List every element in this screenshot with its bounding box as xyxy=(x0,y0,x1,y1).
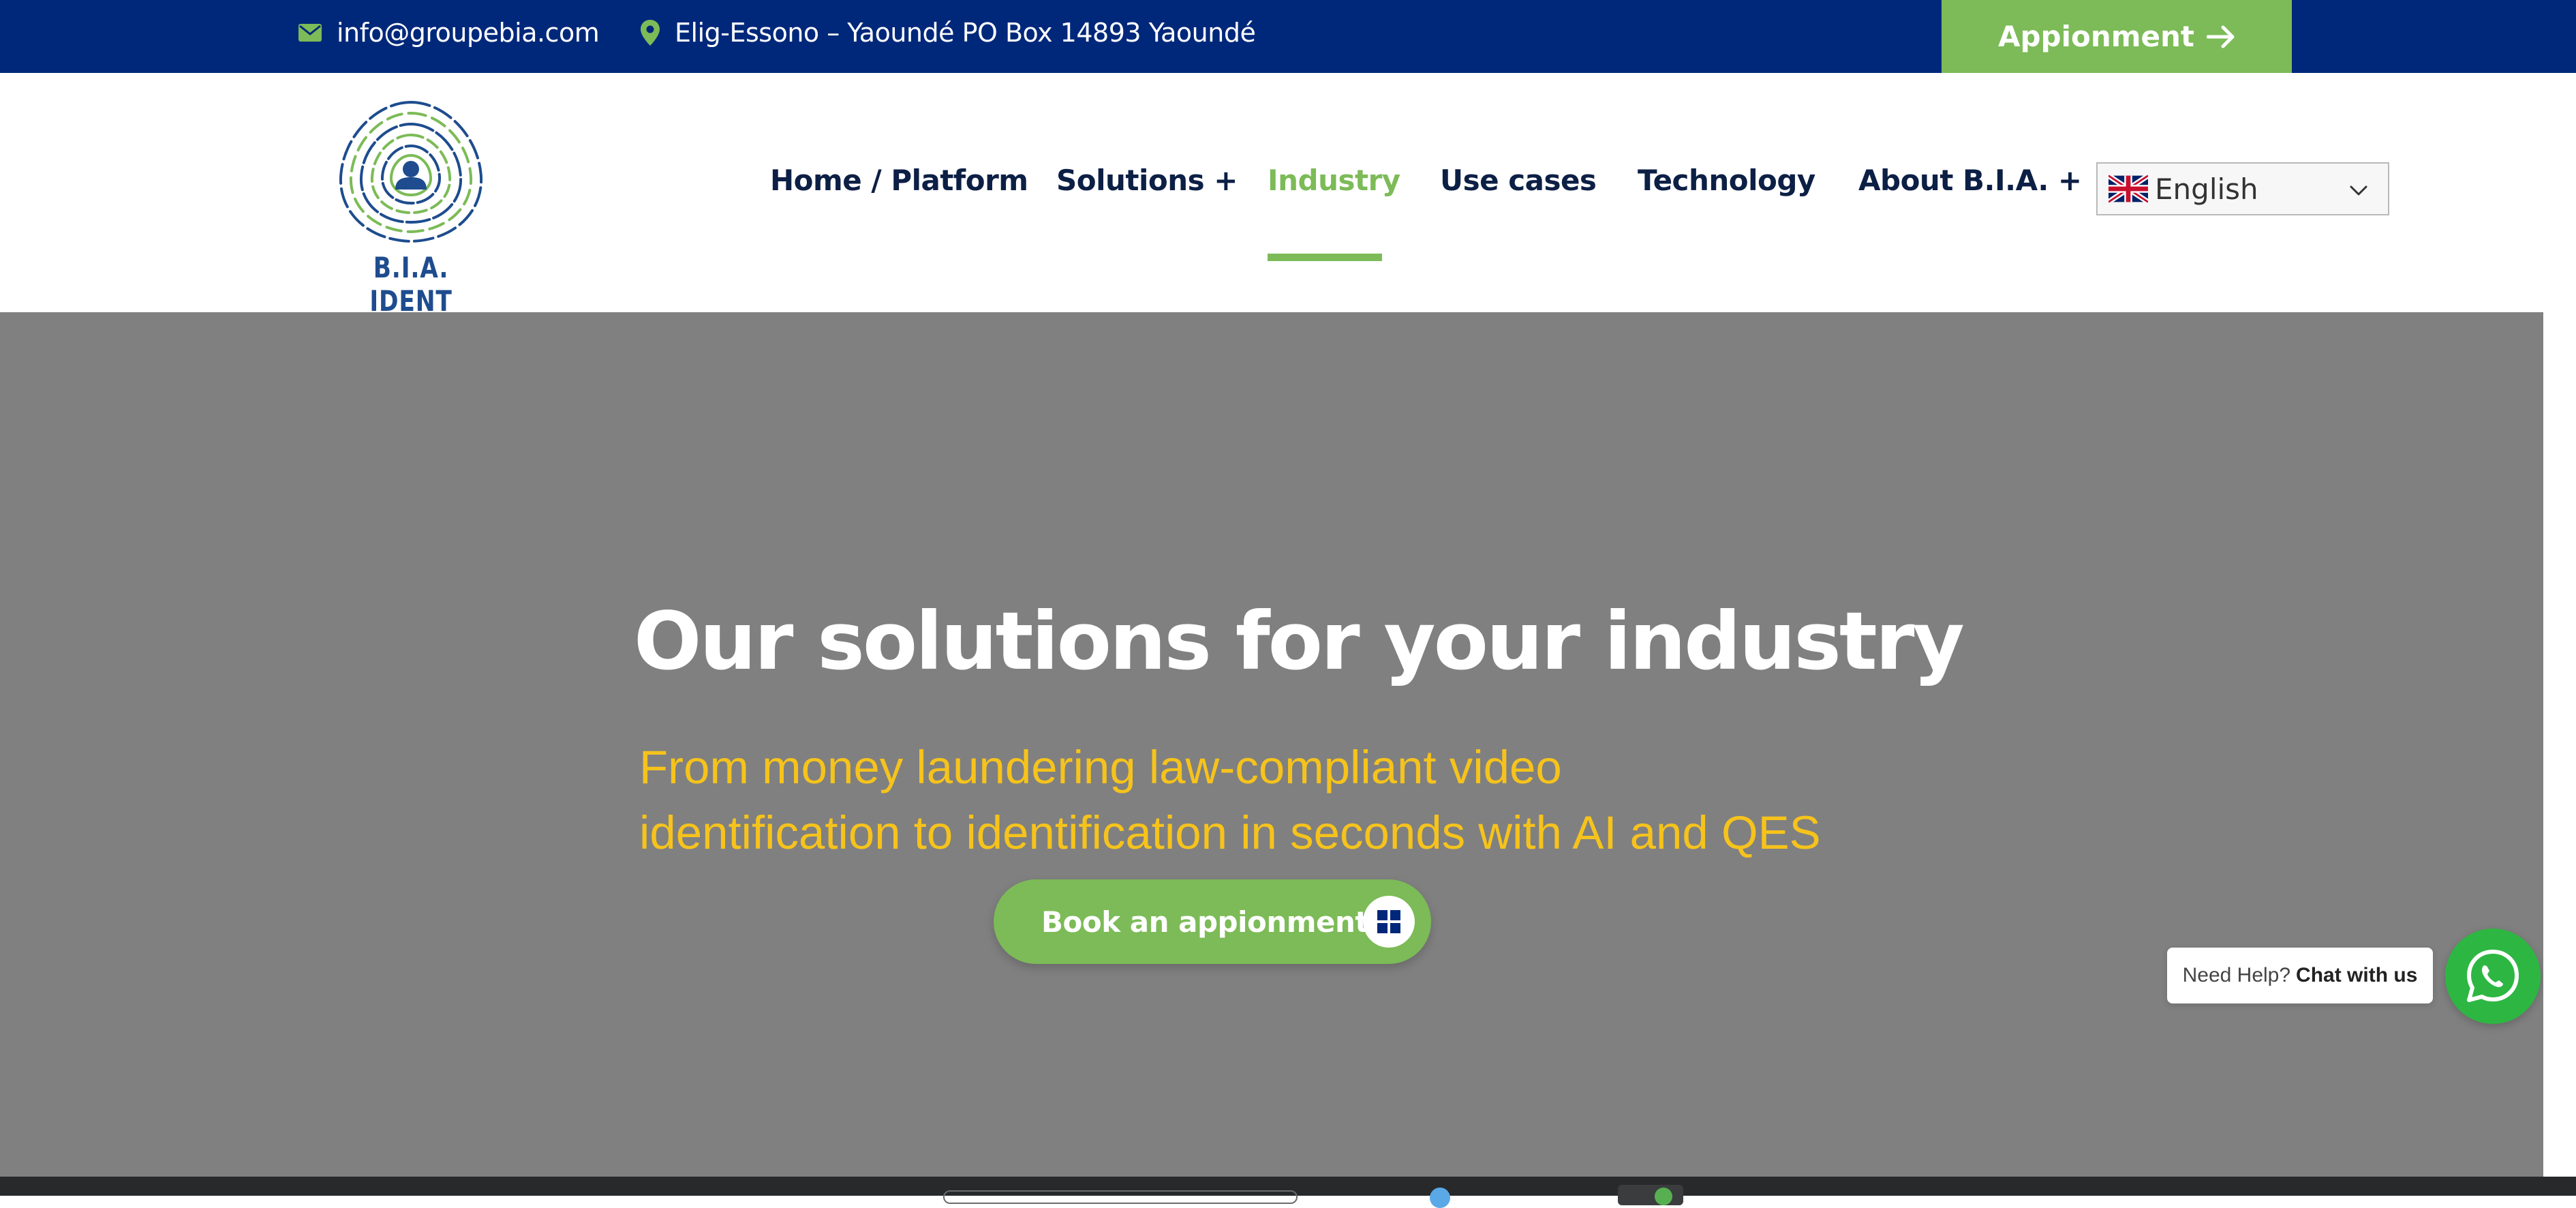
nav-item-home-platform[interactable]: Home / Platform xyxy=(770,164,1028,197)
hero-button-icon-wrap xyxy=(1363,896,1415,948)
topbar-email-text: info@groupebia.com xyxy=(337,17,600,48)
map-pin-icon xyxy=(641,19,660,46)
nav-item-about[interactable]: About B.I.A. + xyxy=(1858,164,2082,197)
taskbar-app-box[interactable] xyxy=(1618,1185,1683,1205)
chevron-down-icon xyxy=(2350,185,2367,196)
taskbar-tab[interactable] xyxy=(943,1190,1298,1204)
chat-help-prompt: Need Help? xyxy=(2182,964,2291,986)
topbar-address-text: Elig-Essono – Yaoundé PO Box 14893 Yaoun… xyxy=(675,17,1256,48)
nav-active-indicator xyxy=(1268,254,1382,261)
taskbar xyxy=(0,1177,2576,1208)
hero-title: Our solutions for your industry xyxy=(634,594,1965,688)
appointment-button-label: Appionment xyxy=(1997,20,2194,53)
hero-subtitle-line-2: identification to identification in seco… xyxy=(639,806,1821,859)
nav-item-industry[interactable]: Industry xyxy=(1268,164,1400,197)
chat-help-bubble[interactable]: Need Help? Chat with us xyxy=(2167,948,2433,1003)
site-logo[interactable]: B.I.A. IDENT xyxy=(333,95,489,318)
appointment-button[interactable]: Appionment xyxy=(1942,0,2292,73)
nav-item-use-cases[interactable]: Use cases xyxy=(1440,164,1597,197)
book-appointment-label: Book an appionment xyxy=(1041,905,1369,939)
envelope-icon xyxy=(298,23,322,42)
whatsapp-chat-button[interactable] xyxy=(2445,928,2541,1024)
grid-icon xyxy=(1377,910,1400,933)
taskbar-app-icon[interactable] xyxy=(1430,1188,1450,1208)
nav-item-solutions[interactable]: Solutions + xyxy=(1056,164,1238,197)
hero-subtitle-line-1: From money laundering law-compliant vide… xyxy=(639,741,1562,794)
taskbar-status-icon xyxy=(1655,1188,1672,1205)
fingerprint-logo-icon xyxy=(339,101,483,243)
language-selector[interactable]: English xyxy=(2096,162,2389,215)
logo-text: B.I.A. IDENT xyxy=(369,251,453,318)
scrollbar-track[interactable] xyxy=(2543,73,2576,1177)
language-selected: English xyxy=(2155,172,2258,206)
top-bar: info@groupebia.com Elig-Essono – Yaoundé… xyxy=(0,0,2576,73)
topbar-address: Elig-Essono – Yaoundé PO Box 14893 Yaoun… xyxy=(641,0,1256,65)
topbar-email-link[interactable]: info@groupebia.com xyxy=(298,0,600,65)
whatsapp-icon xyxy=(2467,950,2519,1002)
nav-item-technology[interactable]: Technology xyxy=(1638,164,1815,197)
book-appointment-button[interactable]: Book an appionment xyxy=(994,879,1431,964)
arrow-right-icon xyxy=(2207,25,2235,48)
hero-subtitle: From money laundering law-compliant vide… xyxy=(639,735,1934,866)
chat-help-action: Chat with us xyxy=(2296,964,2418,986)
uk-flag-icon xyxy=(2109,173,2148,205)
